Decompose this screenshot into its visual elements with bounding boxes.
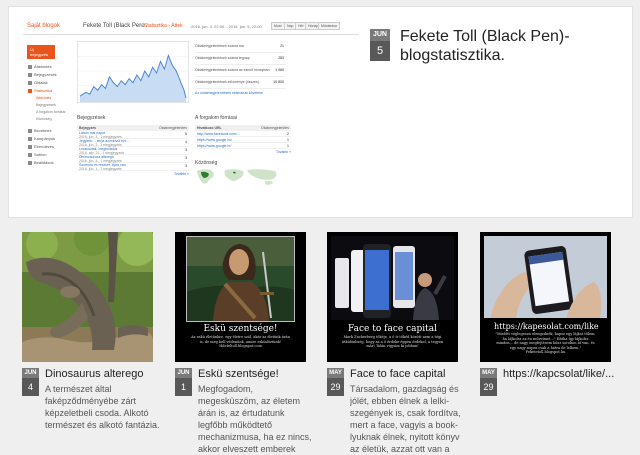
post-date-badge: JUN 4	[22, 368, 39, 396]
screenshot-range-button: Most	[271, 22, 285, 30]
date-day: 5	[376, 45, 384, 57]
screenshot-stat-row: Oldalmegjelenítések száma az elmúlt hóna…	[195, 65, 285, 77]
screenshot-more-link: További »	[174, 172, 189, 176]
post-card[interactable]: Eskü szentsége! Az eskü életünkre, egy é…	[175, 232, 312, 454]
screenshot-sidebar-item: Bevételek	[27, 127, 67, 135]
featured-post-title[interactable]: Fekete Toll (Black Pen)-blogstatisztika.	[400, 27, 630, 65]
tree-trunk-photo	[22, 232, 153, 362]
table-row: Látom mai napot 2016. jún. 3., 1 megjegyz…	[77, 131, 189, 139]
date-month: MAY	[480, 368, 497, 378]
featured-post-card[interactable]: Saját blogok Fekete Toll (Black Pero › S…	[8, 6, 633, 218]
screenshot-world-map	[195, 167, 285, 187]
screenshot-sidebar-item: Statisztika	[27, 87, 67, 95]
post-thumbnail[interactable]	[22, 232, 153, 362]
poster-caption: Face to face capital Mark Zuckerberg tők…	[341, 324, 444, 349]
screenshot-sidebar-subitem: A forgalom forrásai	[36, 110, 66, 114]
post-date-badge: JUN 1	[175, 368, 192, 396]
screenshot-sidebar-subitem: Áttekintés	[36, 96, 52, 100]
date-month: JUN	[370, 29, 390, 41]
screenshot-sidebar: Új bejegyzés Áttekintés Bejegyzések Olda…	[27, 45, 67, 167]
screenshot-header: Saját blogok Fekete Toll (Black Pero › S…	[23, 17, 359, 35]
date-month: MAY	[327, 368, 344, 378]
screenshot-new-post-button: Új bejegyzés	[27, 45, 55, 59]
screenshot-sidebar-item: Bejegyzések	[27, 71, 67, 79]
poster-title: Face to face capital	[348, 324, 437, 334]
screenshot-breadcrumb: › Statisztika › Áttek	[141, 23, 183, 29]
screenshot-date-range: 2016. jún. 4. 22:00 – 2016. jún. 5. 22:0…	[191, 24, 262, 29]
post-thumbnail[interactable]: https://kapesolat.com/like "Mielőtt végl…	[480, 232, 611, 362]
poster-text: Mark Zuckerberg tőkéje, a ő ír tőkéd köz…	[341, 335, 444, 348]
screenshot-sidebar-subitem: Bejegyzések	[36, 103, 56, 107]
table-row: https://www.google.hr/1	[195, 144, 291, 149]
date-month: JUN	[175, 368, 192, 378]
post-thumbnail[interactable]: Face to face capital Mark Zuckerberg tők…	[327, 232, 458, 362]
post-excerpt: Társadalom, gazdagság és jólét, ebben él…	[350, 384, 461, 454]
table-row: Szomorú és reszket, ilyen van 2016. jún. …	[77, 163, 189, 171]
screenshot-posts-table: Bejegyzés Oldalmegjelenítés Látom mai nap…	[77, 125, 189, 176]
screenshot-stats-link: Az oldalmegjelenítések számának követése	[195, 91, 263, 95]
screenshot-sidebar-item: Beállítások	[27, 159, 67, 167]
featured-post-image[interactable]: Saját blogok Fekete Toll (Black Pero › S…	[23, 17, 359, 187]
post-date-badge: MAY 29	[327, 368, 344, 396]
poster-frame	[186, 236, 295, 322]
poster-text: "Mielőtt véglegesen elengednék, kapsz eg…	[495, 332, 596, 354]
post-title[interactable]: Eskü szentsége!	[198, 368, 318, 381]
screenshot-stat-row: Oldalmegjelenítések száma ma 21	[195, 41, 285, 53]
date-day: 1	[180, 382, 186, 392]
screenshot-range-button: Mindenkor	[318, 22, 341, 30]
poster-caption: https://kapesolat.com/like "Mielőtt végl…	[494, 322, 599, 355]
screenshot-sources-table: Hivatkozó URL Oldalmegjelenítés http://ww…	[195, 125, 291, 154]
post-date-badge: MAY 29	[480, 368, 497, 396]
screenshot-logo: Saját blogok	[27, 23, 61, 29]
post-card[interactable]: Face to face capital Mark Zuckerberg tők…	[327, 232, 461, 454]
post-card[interactable]: JUN 4 Dinosaurus alterego A természet ál…	[22, 232, 160, 430]
post-title[interactable]: https://kapcsolat/like/...	[503, 368, 637, 381]
screenshot-sidebar-item: Áttekintés	[27, 63, 67, 71]
table-row: Jegyzék: ...leírja azonkívül ezt... 2016.…	[77, 139, 189, 147]
poster-text: Az eskü életünkre, egy életre szól, akár…	[191, 335, 290, 348]
screenshot-stat-row: Oldalmegjelenítések száma tegnap 283	[195, 53, 285, 65]
screenshot-pageview-chart	[77, 41, 189, 103]
poster-title: Eskü szentsége!	[203, 324, 278, 334]
featured-date-badge: JUN 5	[370, 29, 390, 61]
screenshot-audience-heading: Közönség	[195, 160, 218, 166]
screenshot-stat-row: Oldalmegjelenítések előzménye (összes) 10…	[195, 77, 285, 89]
post-title[interactable]: Dinosaurus alterego	[45, 368, 165, 381]
screenshot-sidebar-subitem: Közönség	[36, 117, 52, 121]
poster-url: https://kapesolat.com/like	[494, 322, 599, 331]
screenshot-sidebar-item: Oldalak	[27, 79, 67, 87]
post-card[interactable]: https://kapesolat.com/like "Mielőtt végl…	[480, 232, 614, 396]
date-month: JUN	[22, 368, 39, 378]
post-excerpt: A természet által faképződményébe zárt k…	[45, 384, 160, 430]
table-row: Dinoszaurusz alterego 2016. jún. 4., 1 me…	[77, 155, 189, 163]
screenshot-blog-name: Fekete Toll (Black Pero	[83, 23, 145, 29]
post-title[interactable]: Face to face capital	[350, 368, 470, 381]
screenshot-sidebar-item: Elrendezés	[27, 143, 67, 151]
screenshot-more-link: További »	[276, 150, 291, 154]
post-excerpt: Megfogadom, megesküszöm, az életem árán …	[198, 384, 312, 454]
date-day: 4	[27, 382, 33, 392]
poster-caption: Eskü szentsége! Az eskü életünkre, egy é…	[189, 324, 292, 349]
date-day: 29	[330, 382, 341, 392]
date-day: 29	[483, 382, 494, 392]
screenshot-sidebar-item: Kampányok	[27, 135, 67, 143]
screenshot-sidebar-item: Sablon	[27, 151, 67, 159]
post-thumbnail[interactable]: Eskü szentsége! Az eskü életünkre, egy é…	[175, 232, 306, 362]
screenshot-posts-heading: Bejegyzések	[77, 115, 106, 121]
screenshot-stats-panel: Oldalmegjelenítések száma ma 21 Oldalmegj…	[195, 41, 285, 95]
table-row: Lecsúsztak, megfulladok 2016. ápr. 22., 1…	[77, 147, 189, 155]
screenshot-traffic-heading: A forgalom forrásai	[195, 115, 237, 121]
post-excerpt	[503, 383, 621, 455]
